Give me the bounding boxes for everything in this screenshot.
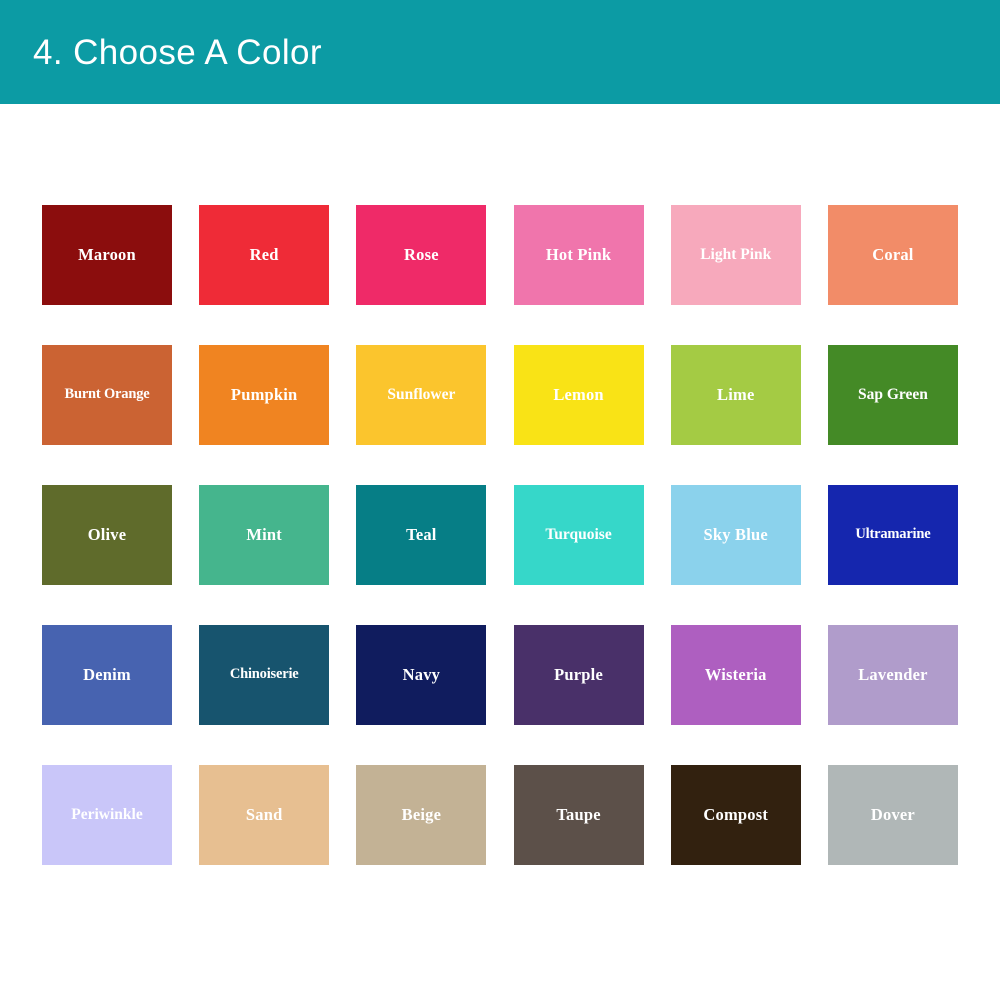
color-swatch-label: Periwinkle — [71, 805, 143, 823]
color-swatch-label: Lavender — [858, 664, 928, 684]
color-swatch-label: Light Pink — [700, 245, 772, 263]
color-swatch-sky-blue[interactable]: Sky Blue — [670, 485, 801, 585]
color-swatch-teal[interactable]: Teal — [356, 485, 487, 585]
color-swatch-label: Sunflower — [387, 385, 456, 403]
color-swatch-periwinkle[interactable]: Periwinkle — [42, 765, 172, 865]
color-swatch-navy[interactable]: Navy — [356, 625, 487, 725]
color-swatch-pumpkin[interactable]: Pumpkin — [199, 345, 330, 445]
color-swatch-grid: Maroon Red Rose Hot Pink Light Pink Coral Burn… — [42, 205, 958, 865]
color-swatch-label: Ultramarine — [855, 526, 931, 543]
color-swatch-denim[interactable]: Denim — [42, 625, 172, 725]
color-swatch-beige[interactable]: Beige — [356, 765, 487, 865]
color-swatch-label: Olive — [87, 524, 127, 544]
color-swatch-label: Red — [249, 244, 279, 264]
page-title: 4. Choose A Color — [33, 32, 322, 72]
color-swatch-rose[interactable]: Rose — [356, 205, 487, 305]
color-swatch-label: Purple — [554, 664, 603, 684]
color-swatch-red[interactable]: Red — [199, 205, 330, 305]
color-swatch-label: Chinoiserie — [229, 666, 299, 683]
color-swatch-label: Sap Green — [857, 385, 928, 403]
color-swatch-sand[interactable]: Sand — [199, 765, 330, 865]
color-swatch-label: Wisteria — [704, 664, 767, 684]
color-swatch-lemon[interactable]: Lemon — [513, 345, 644, 445]
color-swatch-sunflower[interactable]: Sunflower — [356, 345, 487, 445]
color-swatch-hot-pink[interactable]: Hot Pink — [513, 205, 644, 305]
color-swatch-mint[interactable]: Mint — [199, 485, 330, 585]
color-swatch-label: Sand — [245, 804, 283, 824]
color-swatch-label: Burnt Orange — [64, 386, 150, 403]
color-swatch-label: Beige — [401, 804, 442, 824]
color-picker-screen: 4. Choose A Color Maroon Red Rose Hot Pink L… — [0, 0, 1000, 1000]
color-swatch-label: Taupe — [556, 804, 601, 824]
color-swatch-label: Teal — [406, 524, 437, 544]
color-swatch-wisteria[interactable]: Wisteria — [670, 625, 801, 725]
color-swatch-label: Sky Blue — [703, 524, 768, 544]
color-swatch-ultramarine[interactable]: Ultramarine — [827, 485, 958, 585]
color-swatch-label: Turquoise — [545, 525, 612, 543]
color-swatch-label: Rose — [404, 244, 439, 264]
color-swatch-label: Dover — [870, 804, 915, 824]
color-swatch-light-pink[interactable]: Light Pink — [670, 205, 801, 305]
color-swatch-label: Navy — [402, 664, 441, 684]
color-swatch-burnt-orange[interactable]: Burnt Orange — [42, 345, 172, 445]
color-swatch-label: Lime — [717, 384, 755, 404]
color-swatch-maroon[interactable]: Maroon — [42, 205, 172, 305]
color-swatch-purple[interactable]: Purple — [513, 625, 644, 725]
color-swatch-label: Hot Pink — [545, 244, 612, 264]
color-swatch-lavender[interactable]: Lavender — [827, 625, 958, 725]
page-header: 4. Choose A Color — [0, 0, 1000, 104]
color-swatch-coral[interactable]: Coral — [827, 205, 958, 305]
color-swatch-label: Coral — [872, 244, 914, 264]
color-swatch-label: Pumpkin — [230, 384, 298, 404]
color-swatch-compost[interactable]: Compost — [670, 765, 801, 865]
color-swatch-label: Denim — [83, 664, 131, 684]
color-swatch-turquoise[interactable]: Turquoise — [513, 485, 644, 585]
color-swatch-label: Lemon — [553, 384, 604, 404]
color-swatch-taupe[interactable]: Taupe — [513, 765, 644, 865]
color-swatch-label: Maroon — [78, 244, 136, 264]
color-swatch-label: Mint — [246, 524, 282, 544]
color-swatch-sap-green[interactable]: Sap Green — [827, 345, 958, 445]
color-swatch-lime[interactable]: Lime — [670, 345, 801, 445]
color-swatch-chinoiserie[interactable]: Chinoiserie — [199, 625, 330, 725]
color-swatch-olive[interactable]: Olive — [42, 485, 172, 585]
color-swatch-label: Compost — [703, 804, 769, 824]
color-swatch-dover[interactable]: Dover — [827, 765, 958, 865]
